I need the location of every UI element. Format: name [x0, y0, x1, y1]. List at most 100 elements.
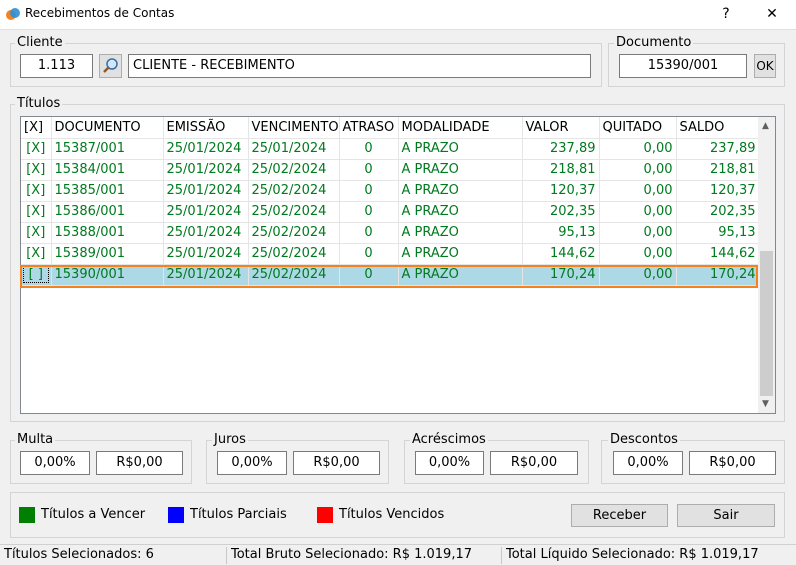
- row-checkbox[interactable]: [ ]: [21, 264, 52, 286]
- documento-input[interactable]: 15390/001: [619, 54, 747, 78]
- scroll-down-icon[interactable]: ▼: [762, 399, 769, 409]
- sair-button[interactable]: Sair: [677, 504, 775, 527]
- acrescimos-value-input[interactable]: R$0,00: [490, 451, 578, 475]
- cell-quitado: 0,00: [599, 138, 677, 160]
- cell-quitado: 0,00: [599, 201, 677, 223]
- cell-valor: 120,37: [522, 180, 600, 202]
- cell-atraso: 0: [339, 201, 399, 223]
- multa-percent-input[interactable]: 0,00%: [20, 451, 90, 475]
- cell-documento: 15386/001: [51, 201, 164, 223]
- scroll-up-icon[interactable]: ▲: [762, 121, 769, 131]
- close-button[interactable]: ✕: [752, 0, 792, 28]
- column-header-check[interactable]: [X]: [21, 117, 52, 139]
- cell-quitado: 0,00: [599, 222, 677, 244]
- cliente-label: Cliente: [15, 35, 65, 50]
- table-row[interactable]: [X] 15386/001 25/01/2024 25/02/2024 0 A PRAZO…: [21, 201, 760, 223]
- titulos-table: [X] DOCUMENTO EMISSÃO VENCIMENTO ATRASO MODAL…: [21, 117, 760, 286]
- cell-atraso: 0: [339, 159, 399, 181]
- ok-button[interactable]: OK: [754, 54, 776, 78]
- column-header-saldo[interactable]: SALDO: [676, 117, 760, 139]
- cell-vencimento: 25/02/2024: [248, 159, 340, 181]
- table-row[interactable]: [X] 15384/001 25/01/2024 25/02/2024 0 A PRAZO…: [21, 159, 760, 181]
- parciais-swatch: [168, 507, 184, 523]
- cell-quitado: 0,00: [599, 180, 677, 202]
- cell-vencimento: 25/02/2024: [248, 222, 340, 244]
- descontos-label: Descontos: [608, 432, 680, 447]
- receber-button[interactable]: Receber: [571, 504, 668, 527]
- cell-emissao: 25/01/2024: [163, 243, 249, 265]
- cell-modalidade: A PRAZO: [398, 201, 523, 223]
- cell-atraso: 0: [339, 138, 399, 160]
- cell-emissao: 25/01/2024: [163, 138, 249, 160]
- juros-percent-input[interactable]: 0,00%: [217, 451, 287, 475]
- column-header-atraso[interactable]: ATRASO: [339, 117, 399, 139]
- status-separator: [226, 547, 227, 564]
- vencer-legend-label: Títulos a Vencer: [41, 507, 146, 522]
- cell-emissao: 25/01/2024: [163, 222, 249, 244]
- vencidos-swatch: [317, 507, 333, 523]
- cell-saldo: 237,89: [676, 138, 760, 160]
- cell-vencimento: 25/02/2024: [248, 201, 340, 223]
- acrescimos-label: Acréscimos: [410, 432, 488, 447]
- scroll-thumb[interactable]: [760, 251, 773, 396]
- cell-emissao: 25/01/2024: [163, 264, 249, 286]
- acrescimos-percent-input[interactable]: 0,00%: [415, 451, 484, 475]
- cliente-name-input[interactable]: CLIENTE - RECEBIMENTO: [128, 54, 591, 78]
- cell-vencimento: 25/01/2024: [248, 138, 340, 160]
- status-total-bruto: Total Bruto Selecionado: R$ 1.019,17: [231, 547, 473, 562]
- status-separator: [501, 547, 502, 564]
- vertical-scrollbar[interactable]: ▲ ▼: [758, 117, 775, 413]
- help-button[interactable]: ?: [706, 0, 746, 28]
- cell-saldo: 202,35: [676, 201, 760, 223]
- column-header-valor[interactable]: VALOR: [522, 117, 600, 139]
- row-checkbox[interactable]: [X]: [21, 159, 52, 181]
- search-cliente-button[interactable]: [99, 54, 122, 78]
- row-checkbox[interactable]: [X]: [21, 138, 52, 160]
- column-header-modalidade[interactable]: MODALIDADE: [398, 117, 523, 139]
- table-row[interactable]: [X] 15388/001 25/01/2024 25/02/2024 0 A PRAZO…: [21, 222, 760, 244]
- search-icon: [102, 58, 118, 73]
- cell-valor: 202,35: [522, 201, 600, 223]
- table-row[interactable]: [X] 15387/001 25/01/2024 25/01/2024 0 A PRAZO…: [21, 138, 760, 160]
- table-row[interactable]: [X] 15385/001 25/01/2024 25/02/2024 0 A PRAZO…: [21, 180, 760, 202]
- multa-value-input[interactable]: R$0,00: [96, 451, 183, 475]
- table-row[interactable]: [ ] 15390/001 25/01/2024 25/02/2024 0 A PRAZO…: [21, 264, 760, 286]
- cell-saldo: 144,62: [676, 243, 760, 265]
- row-checkbox[interactable]: [X]: [21, 201, 52, 223]
- cell-quitado: 0,00: [599, 264, 677, 286]
- window-title: Recebimentos de Contas: [25, 6, 175, 20]
- vencidos-legend-label: Títulos Vencidos: [339, 507, 445, 522]
- cell-documento: 15388/001: [51, 222, 164, 244]
- table-row[interactable]: [X] 15389/001 25/01/2024 25/02/2024 0 A PRAZO…: [21, 243, 760, 265]
- cell-vencimento: 25/02/2024: [248, 180, 340, 202]
- multa-label: Multa: [15, 432, 56, 447]
- app-icon: [6, 8, 20, 20]
- cell-saldo: 218,81: [676, 159, 760, 181]
- column-header-vencimento[interactable]: VENCIMENTO: [248, 117, 340, 139]
- cell-documento: 15385/001: [51, 180, 164, 202]
- cell-documento: 15387/001: [51, 138, 164, 160]
- cell-documento: 15390/001: [51, 264, 164, 286]
- row-checkbox[interactable]: [X]: [21, 222, 52, 244]
- cell-modalidade: A PRAZO: [398, 222, 523, 244]
- juros-value-input[interactable]: R$0,00: [293, 451, 380, 475]
- cell-vencimento: 25/02/2024: [248, 264, 340, 286]
- cell-atraso: 0: [339, 180, 399, 202]
- titulos-grid: [X] DOCUMENTO EMISSÃO VENCIMENTO ATRASO MODAL…: [20, 116, 776, 414]
- column-header-emissao[interactable]: EMISSÃO: [163, 117, 249, 139]
- cell-quitado: 0,00: [599, 243, 677, 265]
- row-checkbox[interactable]: [X]: [21, 180, 52, 202]
- cell-valor: 144,62: [522, 243, 600, 265]
- cliente-code-input[interactable]: 1.113: [20, 54, 93, 78]
- cell-vencimento: 25/02/2024: [248, 243, 340, 265]
- descontos-percent-input[interactable]: 0,00%: [613, 451, 683, 475]
- cell-atraso: 0: [339, 243, 399, 265]
- cell-saldo: 170,24: [676, 264, 760, 286]
- column-header-documento[interactable]: DOCUMENTO: [51, 117, 164, 139]
- column-header-quitado[interactable]: QUITADO: [599, 117, 677, 139]
- cell-atraso: 0: [339, 264, 399, 286]
- juros-label: Juros: [212, 432, 248, 447]
- descontos-value-input[interactable]: R$0,00: [689, 451, 776, 475]
- cell-valor: 170,24: [522, 264, 600, 286]
- row-checkbox[interactable]: [X]: [21, 243, 52, 265]
